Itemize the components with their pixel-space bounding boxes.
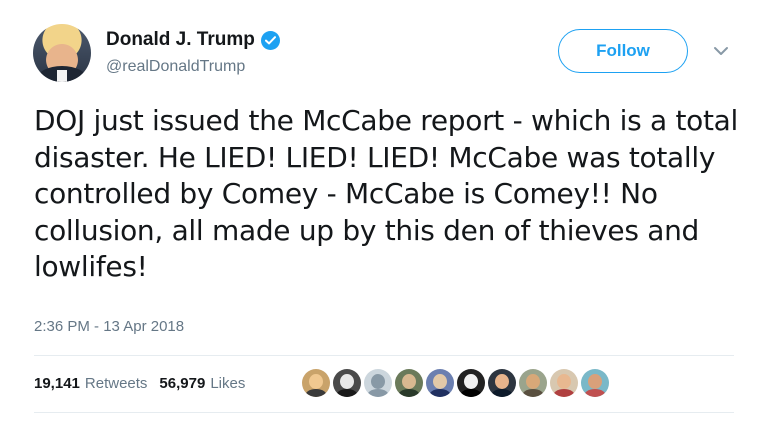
retweets-count: 19,141 — [34, 375, 80, 392]
tweet-card: Donald J. Trump @realDonaldTrump Follow … — [0, 0, 765, 423]
liker-avatar[interactable] — [581, 369, 609, 397]
liker-avatars — [302, 369, 612, 397]
liker-avatar[interactable] — [302, 369, 330, 397]
liker-avatar-body — [429, 389, 451, 397]
liker-avatar-body — [336, 389, 358, 397]
follow-button[interactable]: Follow — [558, 29, 688, 73]
liker-avatar-face — [371, 374, 385, 389]
liker-avatar-face — [340, 374, 354, 389]
divider-bottom — [34, 412, 734, 413]
liker-avatar-body — [367, 389, 389, 397]
liker-avatar-body — [491, 389, 513, 397]
liker-avatar[interactable] — [426, 369, 454, 397]
liker-avatar-body — [460, 389, 482, 397]
liker-avatar-face — [402, 374, 416, 389]
liker-avatar[interactable] — [488, 369, 516, 397]
liker-avatar-face — [433, 374, 447, 389]
liker-avatar[interactable] — [519, 369, 547, 397]
likes-count: 56,979 — [159, 375, 206, 392]
liker-avatar[interactable] — [395, 369, 423, 397]
retweets-stat[interactable]: 19,141 Retweets — [34, 375, 147, 392]
liker-avatar-face — [588, 374, 602, 389]
liker-avatar-body — [398, 389, 420, 397]
liker-avatar-face — [557, 374, 571, 389]
likes-label: Likes — [210, 375, 246, 392]
tweet-text: DOJ just issued the McCabe report - whic… — [34, 104, 739, 283]
likes-stat[interactable]: 56,979 Likes — [159, 375, 245, 392]
liker-avatar-face — [495, 374, 509, 389]
liker-avatar-body — [305, 389, 327, 397]
liker-avatar-body — [553, 389, 575, 397]
chevron-down-icon[interactable] — [712, 44, 730, 56]
verified-badge-icon — [260, 30, 280, 50]
avatar-shirt — [57, 70, 67, 82]
user-handle[interactable]: @realDonaldTrump — [106, 58, 245, 76]
liker-avatar-face — [309, 374, 323, 389]
liker-avatar-body — [584, 389, 606, 397]
user-name-row: Donald J. Trump — [106, 29, 280, 51]
tweet-stats: 19,141 Retweets 56,979 Likes — [34, 375, 245, 392]
liker-avatar[interactable] — [333, 369, 361, 397]
liker-avatar-body — [522, 389, 544, 397]
liker-avatar[interactable] — [457, 369, 485, 397]
retweets-label: Retweets — [84, 375, 148, 392]
tweet-timestamp[interactable]: 2:36 PM - 13 Apr 2018 — [34, 318, 184, 335]
liker-avatar[interactable] — [550, 369, 578, 397]
liker-avatar[interactable] — [364, 369, 392, 397]
liker-avatar-face — [464, 374, 478, 389]
divider-top — [34, 355, 734, 356]
display-name[interactable]: Donald J. Trump — [106, 29, 255, 51]
avatar[interactable] — [33, 24, 91, 82]
liker-avatar-face — [526, 374, 540, 389]
